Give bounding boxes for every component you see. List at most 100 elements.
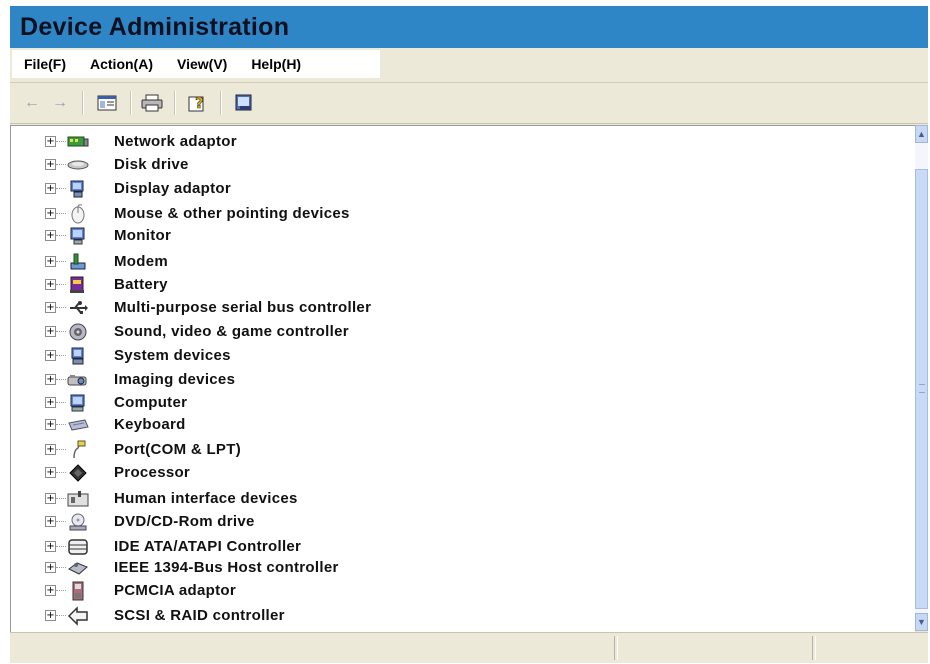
menu-view[interactable]: View(V) xyxy=(165,50,239,78)
properties-icon[interactable] xyxy=(232,92,256,114)
scroll-thumb[interactable] xyxy=(915,169,928,609)
tree-item-label[interactable]: Mouse & other pointing devices xyxy=(114,205,350,222)
tree-item[interactable]: + Processor xyxy=(11,462,891,484)
modem-icon xyxy=(67,252,89,272)
menu-action[interactable]: Action(A) xyxy=(78,50,165,78)
tree-connector xyxy=(56,546,66,547)
tree-item-label[interactable]: IDE ATA/ATAPI Controller xyxy=(114,538,301,555)
expand-button[interactable]: + xyxy=(45,256,56,267)
tree-item[interactable]: + DVD/CD-Rom drive xyxy=(11,511,891,533)
expand-button[interactable]: + xyxy=(45,419,56,430)
expand-button[interactable]: + xyxy=(45,159,56,170)
expand-button[interactable]: + xyxy=(45,374,56,385)
toolbar-separator xyxy=(220,91,222,115)
menu-file[interactable]: File(F) xyxy=(12,50,78,78)
tree-item[interactable]: + Disk drive xyxy=(11,154,891,176)
svg-text:?: ? xyxy=(195,94,204,112)
expand-button[interactable]: + xyxy=(45,326,56,337)
tree-item[interactable]: + Sound, video & game controller xyxy=(11,321,891,343)
dvd-cd-rom-icon xyxy=(67,512,89,532)
tree-item[interactable]: + Multi-purpose serial bus controller xyxy=(11,297,891,319)
expand-button[interactable]: + xyxy=(45,208,56,219)
status-divider xyxy=(812,636,816,660)
toolbar-separator xyxy=(174,91,176,115)
print-icon[interactable] xyxy=(140,92,164,114)
tree-item-label[interactable]: DVD/CD-Rom drive xyxy=(114,513,255,530)
vertical-scrollbar[interactable]: ▲ ▼ xyxy=(915,125,928,631)
tree-item-label[interactable]: Monitor xyxy=(114,227,171,244)
tree-item[interactable]: + Human interface devices xyxy=(11,488,891,510)
expand-button[interactable]: + xyxy=(45,302,56,313)
tree-item[interactable]: + IEEE 1394-Bus Host controller xyxy=(11,557,891,579)
help-icon[interactable]: ? xyxy=(186,92,210,114)
tree-item-label[interactable]: Modem xyxy=(114,253,168,270)
expand-button[interactable]: + xyxy=(45,585,56,596)
ide-controller-icon xyxy=(67,537,89,557)
show-hide-console-tree-icon[interactable] xyxy=(96,92,118,114)
title-bar[interactable]: Device Administration xyxy=(10,6,928,48)
tree-item-label[interactable]: Network adaptor xyxy=(114,133,237,150)
tree-item[interactable]: + SCSI & RAID controller xyxy=(11,605,891,627)
tree-item-label[interactable]: Computer xyxy=(114,394,187,411)
mouse-icon xyxy=(67,204,89,224)
menu-help[interactable]: Help(H) xyxy=(239,50,313,78)
expand-button[interactable]: + xyxy=(45,183,56,194)
expand-button[interactable]: + xyxy=(45,136,56,147)
scsi-raid-icon xyxy=(67,606,89,626)
menu-bar: File(F) Action(A) View(V) Help(H) xyxy=(10,48,928,83)
expand-button[interactable]: + xyxy=(45,230,56,241)
tree-connector xyxy=(56,141,66,142)
toolbar: ← → ? xyxy=(10,83,928,124)
tree-item-label[interactable]: Disk drive xyxy=(114,156,189,173)
tree-item-label[interactable]: Display adaptor xyxy=(114,180,231,197)
tree-item[interactable]: + IDE ATA/ATAPI Controller xyxy=(11,536,891,558)
expand-button[interactable]: + xyxy=(45,516,56,527)
expand-button[interactable]: + xyxy=(45,541,56,552)
network-adaptor-icon xyxy=(67,132,89,152)
tree-item[interactable]: + Monitor xyxy=(11,225,891,247)
tree-item-label[interactable]: PCMCIA adaptor xyxy=(114,582,236,599)
scroll-down-button[interactable]: ▼ xyxy=(915,613,928,631)
expand-button[interactable]: + xyxy=(45,467,56,478)
tree-item-label[interactable]: Keyboard xyxy=(114,416,186,433)
scroll-up-button[interactable]: ▲ xyxy=(915,125,928,143)
expand-button[interactable]: + xyxy=(45,444,56,455)
expand-button[interactable]: + xyxy=(45,279,56,290)
expand-button[interactable]: + xyxy=(45,610,56,621)
tree-item-label[interactable]: Port(COM & LPT) xyxy=(114,441,241,458)
forward-arrow-icon[interactable]: → xyxy=(50,92,70,114)
tree-connector xyxy=(56,379,66,380)
tree-item-label[interactable]: IEEE 1394-Bus Host controller xyxy=(114,559,339,576)
tree-item-label[interactable]: Multi-purpose serial bus controller xyxy=(114,299,371,316)
tree-item[interactable]: + Mouse & other pointing devices xyxy=(11,203,891,225)
tree-item-label[interactable]: Human interface devices xyxy=(114,490,298,507)
tree-item[interactable]: + System devices xyxy=(11,345,891,367)
window-title: Device Administration xyxy=(20,13,290,41)
tree-item-label[interactable]: SCSI & RAID controller xyxy=(114,607,285,624)
tree-item-label[interactable]: Imaging devices xyxy=(114,371,235,388)
tree-item-label[interactable]: Sound, video & game controller xyxy=(114,323,349,340)
expand-button[interactable]: + xyxy=(45,397,56,408)
display-adaptor-icon xyxy=(67,179,89,199)
expand-button[interactable]: + xyxy=(45,493,56,504)
tree-item[interactable]: + Imaging devices xyxy=(11,369,891,391)
tree-item[interactable]: + Port(COM & LPT) xyxy=(11,439,891,461)
tree-item[interactable]: + PCMCIA adaptor xyxy=(11,580,891,602)
toolbar-separator xyxy=(130,91,132,115)
tree-item[interactable]: + Battery xyxy=(11,274,891,296)
tree-item-label[interactable]: Processor xyxy=(114,464,190,481)
tree-item[interactable]: + Display adaptor xyxy=(11,178,891,200)
tree-item[interactable]: + Modem xyxy=(11,251,891,273)
status-divider xyxy=(614,636,618,660)
tree-connector xyxy=(56,261,66,262)
tree-item[interactable]: + Keyboard xyxy=(11,414,891,436)
tree-item[interactable]: + Computer xyxy=(11,392,891,414)
tree-item[interactable]: + Network adaptor xyxy=(11,131,891,153)
expand-button[interactable]: + xyxy=(45,562,56,573)
expand-button[interactable]: + xyxy=(45,350,56,361)
tree-connector xyxy=(56,498,66,499)
back-arrow-icon[interactable]: ← xyxy=(22,92,42,114)
tree-item-label[interactable]: Battery xyxy=(114,276,168,293)
tree-connector xyxy=(56,521,66,522)
tree-item-label[interactable]: System devices xyxy=(114,347,231,364)
